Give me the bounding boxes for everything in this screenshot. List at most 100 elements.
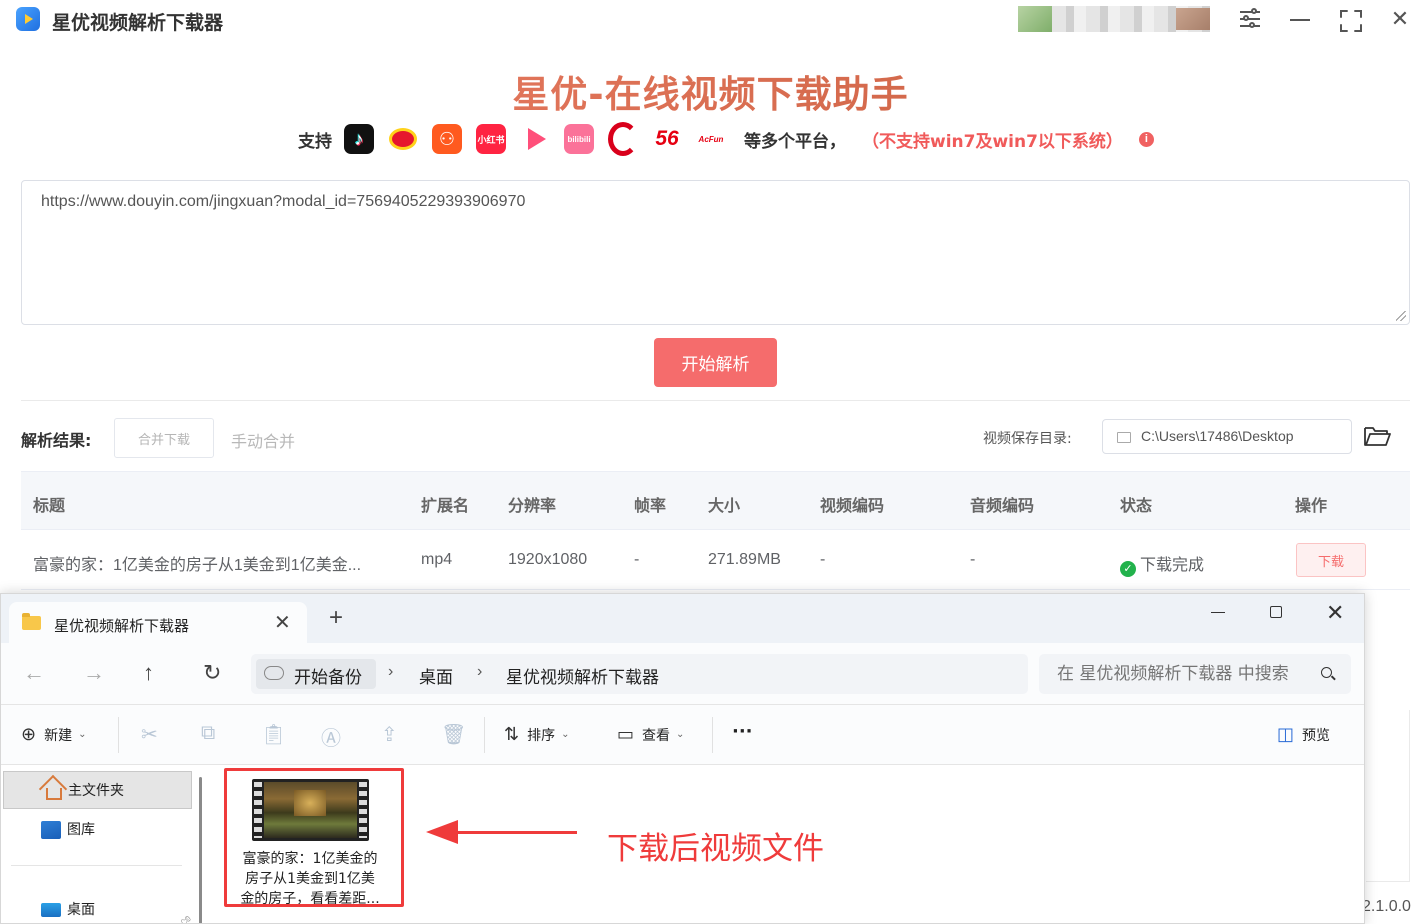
refresh-icon[interactable]: ↻ <box>203 660 221 686</box>
col-vcodec: 视频编码 <box>820 496 885 515</box>
new-button[interactable]: ⊕ 新建 ⌄ <box>21 724 86 745</box>
results-label: 解析结果: <box>21 431 92 450</box>
annotation-text: 下载后视频文件 <box>607 831 824 867</box>
close-icon[interactable]: ✕ <box>1385 6 1415 32</box>
copy-icon[interactable]: ⧉ <box>201 722 215 745</box>
acfun-icon: AcFun <box>696 124 726 154</box>
douyin-icon <box>344 124 374 154</box>
hero-title: 星优-在线视频下载助手 <box>0 64 1421 118</box>
sort-arrows-icon: ⇅ <box>504 724 520 745</box>
row-fps: - <box>634 551 640 568</box>
tab-close-icon[interactable]: ✕ <box>274 610 291 635</box>
home-icon <box>46 788 62 800</box>
more-platforms-text: 等多个平台， <box>744 131 846 152</box>
chevron-down-icon: ⌄ <box>561 729 570 740</box>
explorer-tab[interactable]: 星优视频解析下载器 ✕ <box>9 602 307 643</box>
minimize-icon[interactable] <box>1285 6 1315 32</box>
col-action: 操作 <box>1295 496 1328 515</box>
pin-icon[interactable]: 📌︎ <box>177 903 192 923</box>
download-button[interactable]: 下载 <box>1296 543 1366 577</box>
preview-pane-icon: ◫ <box>1277 724 1295 745</box>
manual-merge-button[interactable]: 手动合并 <box>231 428 295 452</box>
sidebar-item-home[interactable]: 主文件夹 <box>3 771 192 809</box>
explorer-minimize-icon[interactable] <box>1211 612 1225 613</box>
xiaohongshu-icon: 小红书 <box>476 124 506 154</box>
row-ext: mp4 <box>421 551 453 568</box>
56-icon: 56 <box>652 124 682 154</box>
search-icon[interactable] <box>1321 667 1332 678</box>
save-dir-label: 视频保存目录: <box>983 431 1072 447</box>
toolbar-separator <box>484 717 485 753</box>
table-row: 富豪的家：1亿美金的房子从1美金到1亿美金... mp4 1920x1080 -… <box>21 530 1410 590</box>
desktop-icon <box>41 903 61 917</box>
explorer-tabbar: 星优视频解析下载器 ✕ + ✕ <box>1 594 1364 643</box>
col-acodec: 音频编码 <box>970 496 1035 515</box>
sidebar-divider <box>11 865 182 866</box>
more-options-icon[interactable]: ··· <box>732 721 753 742</box>
preview-button[interactable]: ◫ 预览 <box>1277 724 1330 745</box>
table-header: 标题 扩展名 分辨率 帧率 大小 视频编码 音频编码 状态 操作 <box>21 471 1410 530</box>
rename-icon[interactable]: Ⓐ <box>321 722 341 751</box>
back-arrow-icon[interactable]: ← <box>23 660 45 686</box>
explorer-sidebar: 主文件夹 图库 桌面 📌︎ <box>1 765 202 923</box>
plus-circle-icon: ⊕ <box>21 724 37 745</box>
sidebar-scrollbar[interactable] <box>199 777 202 923</box>
supported-platforms: 支持 小红书 bilibili 56 AcFun 等多个平台， （不支持win7… <box>298 122 1154 156</box>
explorer-tab-label: 星优视频解析下载器 <box>54 617 190 635</box>
col-fps: 帧率 <box>634 496 667 515</box>
breadcrumb-desktop[interactable]: 桌面 <box>419 663 453 688</box>
status-text: 下载完成 <box>1140 557 1205 574</box>
view-button[interactable]: ▭ 查看 ⌄ <box>617 724 684 745</box>
weibo-icon <box>388 124 418 154</box>
explorer-close-icon[interactable]: ✕ <box>1326 600 1344 626</box>
col-resolution: 分辨率 <box>508 496 557 515</box>
breadcrumb-backup[interactable]: 开始备份 <box>294 663 362 688</box>
explorer-toolbar: ⊕ 新建 ⌄ ✂ ⧉ 📋︎ Ⓐ ⇪ 🗑︎ ⇅ 排序 ⌄ ▭ 查看 ⌄ ··· ◫ 预览 <box>1 705 1364 765</box>
settings-sliders-icon[interactable] <box>1235 6 1265 32</box>
cntv-icon <box>608 124 638 154</box>
explorer-addressbar: ← → ↑ ↻ 开始备份 › 桌面 › 星优视频解析下载器 <box>1 643 1364 705</box>
version-label: 2.1.0.0 <box>1362 898 1411 915</box>
share-icon[interactable]: ⇪ <box>381 722 398 747</box>
col-size: 大小 <box>708 496 741 515</box>
info-icon[interactable]: i <box>1138 131 1154 147</box>
win7-warning: （不支持win7及win7以下系统） <box>862 131 1123 152</box>
start-parse-button[interactable]: 开始解析 <box>654 338 777 387</box>
highlight-box <box>224 768 404 907</box>
merge-download-button[interactable]: 合并下载 <box>114 418 214 458</box>
explorer-maximize-icon[interactable] <box>1270 606 1282 618</box>
kuaishou-icon <box>432 124 462 154</box>
sidebar-item-desktop[interactable]: 桌面 📌︎ <box>3 891 192 923</box>
results-table: 标题 扩展名 分辨率 帧率 大小 视频编码 音频编码 状态 操作 富豪的家：1亿… <box>21 471 1410 590</box>
forward-arrow-icon[interactable]: → <box>83 660 105 686</box>
chevron-down-icon: ⌄ <box>78 729 87 740</box>
row-acodec: - <box>970 551 976 568</box>
up-arrow-icon[interactable]: ↑ <box>143 660 154 686</box>
app-logo-icon <box>16 7 40 31</box>
row-status: ✓ 下载完成 <box>1120 551 1204 577</box>
new-tab-button[interactable]: + <box>329 606 343 630</box>
view-monitor-icon: ▭ <box>617 724 635 745</box>
breadcrumb-folder[interactable]: 星优视频解析下载器 <box>506 663 659 688</box>
toolbar-separator <box>118 717 119 753</box>
url-input[interactable]: https://www.douyin.com/jingxuan?modal_id… <box>21 180 1410 325</box>
folder-open-icon[interactable] <box>1364 425 1391 447</box>
col-ext: 扩展名 <box>421 496 470 515</box>
cut-icon[interactable]: ✂ <box>141 722 158 747</box>
user-avatar[interactable] <box>1018 6 1210 32</box>
maximize-icon[interactable] <box>1335 6 1365 32</box>
sidebar-item-gallery[interactable]: 图库 <box>3 811 192 849</box>
app-titlebar: 星优视频解析下载器 ✕ <box>0 0 1421 38</box>
sort-button[interactable]: ⇅ 排序 ⌄ <box>504 724 569 745</box>
search-input[interactable] <box>1039 654 1351 694</box>
gallery-icon <box>41 821 61 839</box>
chevron-right-icon: › <box>477 663 483 680</box>
save-dir-input[interactable]: C:\Users\17486\Desktop <box>1102 419 1352 454</box>
arrow-line <box>448 831 577 834</box>
address-bar[interactable]: 开始备份 › 桌面 › 星优视频解析下载器 <box>251 654 1028 694</box>
delete-icon[interactable]: 🗑︎ <box>441 722 466 747</box>
chevron-right-icon: › <box>388 663 394 680</box>
paste-icon[interactable]: 📋︎ <box>261 722 286 747</box>
resize-grip-icon[interactable] <box>1396 311 1406 321</box>
row-vcodec: - <box>820 551 826 568</box>
